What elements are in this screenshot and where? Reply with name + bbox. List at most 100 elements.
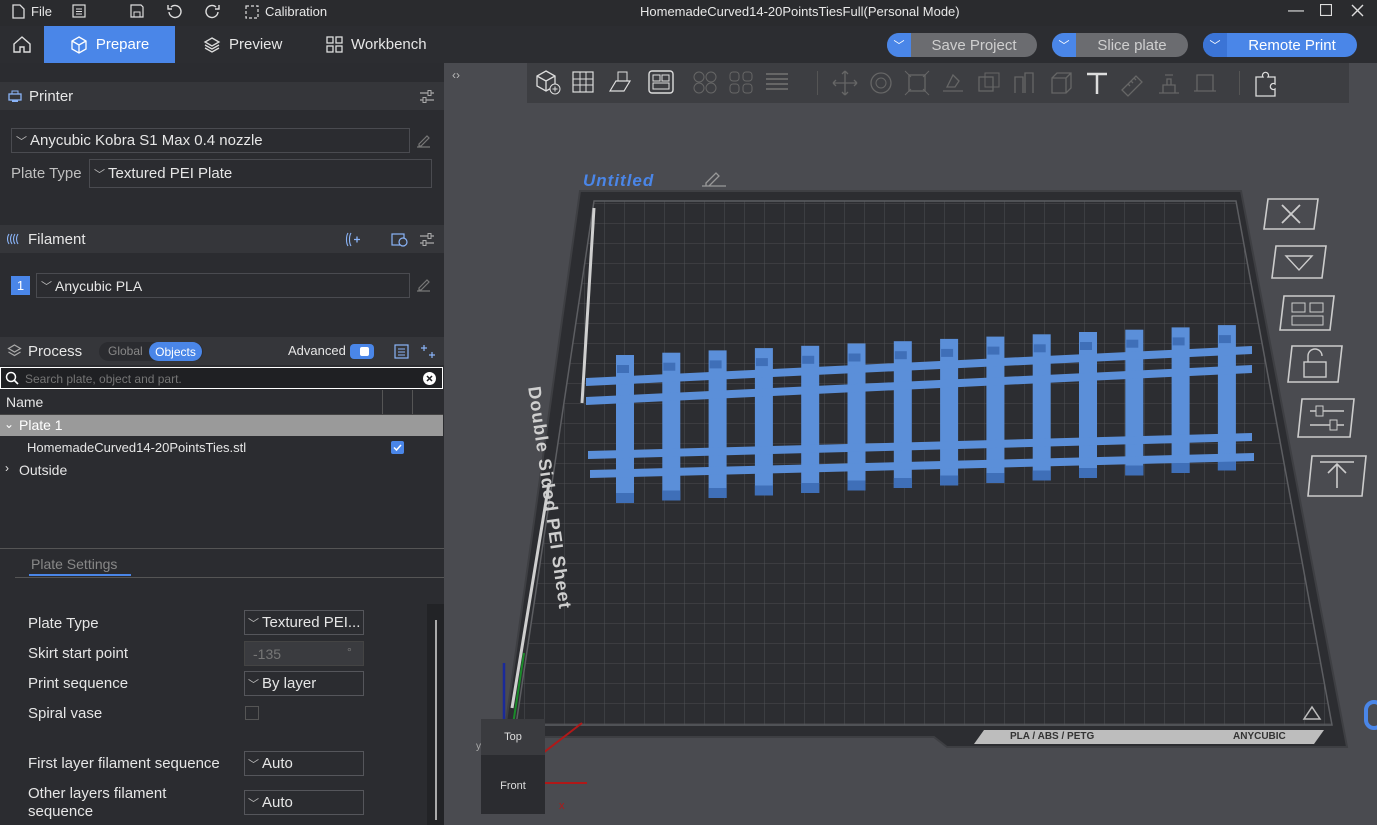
maximize-icon — [1320, 4, 1332, 16]
tie-slot — [663, 362, 676, 371]
3d-viewport[interactable]: ‹› Untitled Double Sided PEI Sheet PLA /… — [444, 63, 1377, 825]
settings-sliders-icon[interactable] — [419, 89, 435, 104]
edit-filament-icon[interactable] — [416, 277, 431, 292]
plate-settings-tab[interactable]: Plate Settings — [31, 556, 117, 572]
plate-type-setting-value: Textured PEI... — [262, 614, 361, 631]
tie-end — [847, 480, 866, 491]
edit-printer-icon[interactable] — [416, 133, 431, 148]
tie-end — [662, 490, 681, 501]
tie-end — [1032, 470, 1051, 481]
filament-slot-badge[interactable]: 1 — [11, 276, 30, 295]
tie-slot — [1218, 335, 1231, 344]
assistant-button[interactable] — [1364, 700, 1377, 730]
redo-button[interactable] — [205, 4, 220, 19]
lock-plate-icon[interactable] — [1286, 344, 1344, 384]
tie-slot — [1126, 339, 1139, 348]
tie-end — [801, 483, 820, 493]
plate-settings-icon[interactable] — [1296, 397, 1356, 439]
tie-end — [1125, 465, 1144, 476]
degree-unit: ° — [347, 645, 352, 659]
list-view-icon[interactable] — [394, 344, 409, 359]
search-input[interactable] — [23, 369, 417, 389]
outside-row[interactable]: › Outside — [0, 459, 443, 480]
chevron-down-icon: ﹀ — [16, 135, 27, 148]
checkmark-icon — [393, 444, 402, 452]
search-icon — [5, 371, 19, 385]
plate-type-setting-select[interactable]: ﹀ Textured PEI... — [244, 610, 364, 635]
tab-workbench[interactable]: Workbench — [316, 26, 440, 63]
file-menu[interactable]: File — [12, 4, 52, 19]
save-project-dropdown[interactable]: ﹀ — [887, 33, 911, 57]
plate-settings-tab-underline — [29, 574, 131, 576]
filament-select[interactable]: ﹀ Anycubic PLA — [36, 273, 410, 298]
filament-section-header: Filament — [0, 225, 444, 253]
clear-search-icon[interactable] — [422, 371, 437, 386]
object-row[interactable]: HomemadeCurved14-20PointsTies.stl — [0, 437, 443, 458]
object-row-label: HomemadeCurved14-20PointsTies.stl — [27, 440, 247, 455]
objects-tab[interactable]: Objects — [149, 342, 202, 361]
printer-select[interactable]: ﹀ Anycubic Kobra S1 Max 0.4 nozzle — [11, 128, 410, 153]
settings-scrollbar-thumb[interactable] — [435, 620, 437, 820]
object-visible-checkbox[interactable] — [391, 441, 404, 454]
print-sequence-select[interactable]: ﹀ By layer — [244, 671, 364, 696]
view-cube-front[interactable]: Front — [481, 757, 545, 814]
redo-icon — [205, 4, 220, 19]
sync-filament-icon[interactable] — [391, 232, 408, 247]
calibration-menu[interactable]: Calibration — [245, 4, 327, 19]
remote-print-button[interactable]: ﹀ Remote Print — [1203, 33, 1357, 57]
menu-button[interactable] — [72, 4, 86, 18]
chevron-down-icon: ﹀ — [94, 168, 105, 181]
arrange-plate-icon[interactable] — [1278, 294, 1336, 332]
object-search-field[interactable] — [0, 367, 443, 389]
settings-scroll-track[interactable] — [427, 604, 444, 825]
view-cube-top[interactable]: Top — [481, 719, 545, 755]
rail — [586, 346, 1252, 386]
slice-plate-dropdown[interactable]: ﹀ — [1052, 33, 1076, 57]
chevron-down-icon: ﹀ — [248, 758, 259, 771]
expand-chevron-icon[interactable]: › — [5, 461, 9, 475]
orient-plate-icon[interactable] — [1270, 244, 1328, 280]
plate-row-label: Plate 1 — [19, 417, 63, 433]
tab-divider — [15, 577, 444, 578]
tie-end — [616, 493, 634, 503]
move-to-plate-icon[interactable] — [1306, 454, 1368, 498]
window-title: HomemadeCurved14-20PointsTiesFull(Person… — [640, 4, 960, 19]
cube-icon — [71, 35, 87, 54]
collapse-chevron-icon[interactable]: ⌄ — [4, 417, 14, 431]
plate-type-select[interactable]: ﹀ Textured PEI Plate — [89, 159, 432, 188]
tie-end — [940, 475, 959, 486]
other-layers-sequence-label: Other layers filament sequence — [28, 785, 167, 820]
spiral-vase-checkbox[interactable] — [245, 706, 259, 720]
compare-icon[interactable] — [420, 344, 436, 359]
model-mesh[interactable] — [586, 325, 1254, 503]
slice-plate-button[interactable]: ﹀ Slice plate — [1052, 33, 1188, 57]
tie-slot — [709, 360, 722, 369]
home-button[interactable] — [0, 26, 44, 63]
save-project-button[interactable]: ﹀ Save Project — [887, 33, 1037, 57]
other-layers-sequence-select[interactable]: ﹀ Auto — [244, 790, 364, 815]
tie-slot — [987, 346, 1000, 355]
title-bar: File Calibration HomemadeCurved14-20Poin… — [0, 0, 1377, 26]
undo-button[interactable] — [167, 4, 182, 19]
filament-settings-icon[interactable] — [419, 232, 435, 247]
remote-print-dropdown[interactable]: ﹀ — [1203, 33, 1227, 57]
name-column-header[interactable]: Name — [6, 394, 43, 410]
chevron-down-icon: ﹀ — [1209, 40, 1221, 52]
tie-end — [754, 485, 773, 496]
plate-type-value: Textured PEI Plate — [108, 165, 233, 182]
tab-preview[interactable]: Preview — [193, 26, 298, 63]
process-section-title: Process — [28, 342, 83, 360]
close-window-button[interactable] — [1351, 4, 1364, 17]
view-cube[interactable]: Top Front — [481, 719, 545, 814]
global-tab[interactable]: Global — [108, 344, 143, 358]
maximize-button[interactable] — [1320, 4, 1332, 16]
minimize-button[interactable]: — — [1288, 2, 1304, 20]
add-filament-icon[interactable] — [344, 232, 361, 247]
advanced-toggle[interactable] — [350, 344, 374, 359]
plate-row[interactable]: ⌄ Plate 1 — [0, 415, 443, 436]
first-layer-sequence-select[interactable]: ﹀ Auto — [244, 751, 364, 776]
save-button[interactable] — [130, 4, 144, 18]
chevron-down-icon: ﹀ — [248, 797, 259, 810]
delete-plate-icon[interactable] — [1262, 197, 1320, 231]
tab-prepare[interactable]: Prepare — [44, 26, 175, 63]
